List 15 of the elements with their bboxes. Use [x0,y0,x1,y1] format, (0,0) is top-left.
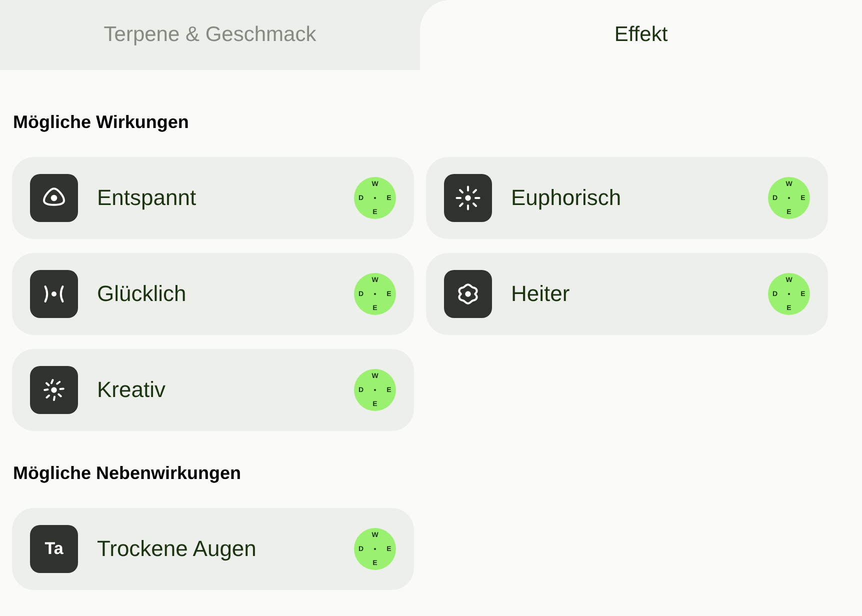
effect-label: Entspannt [97,185,198,211]
effect-label: Euphorisch [511,185,622,211]
effect-label: Glücklich [97,281,188,307]
effect-icon [444,270,492,318]
section-heading: Mögliche Wirkungen [12,111,190,134]
effect-icon [30,366,78,414]
effect-icon [30,174,78,222]
effect-icon [30,270,78,318]
section-heading: Mögliche Nebenwirkungen [12,462,242,485]
text-icon: Ta [30,525,78,573]
effect-label: Trockene Augen [97,536,258,562]
effect-icon [444,174,492,222]
effect-label: Heiter [511,281,571,307]
effect-label: Kreativ [97,377,166,403]
tab[interactable]: Effekt [420,0,862,70]
